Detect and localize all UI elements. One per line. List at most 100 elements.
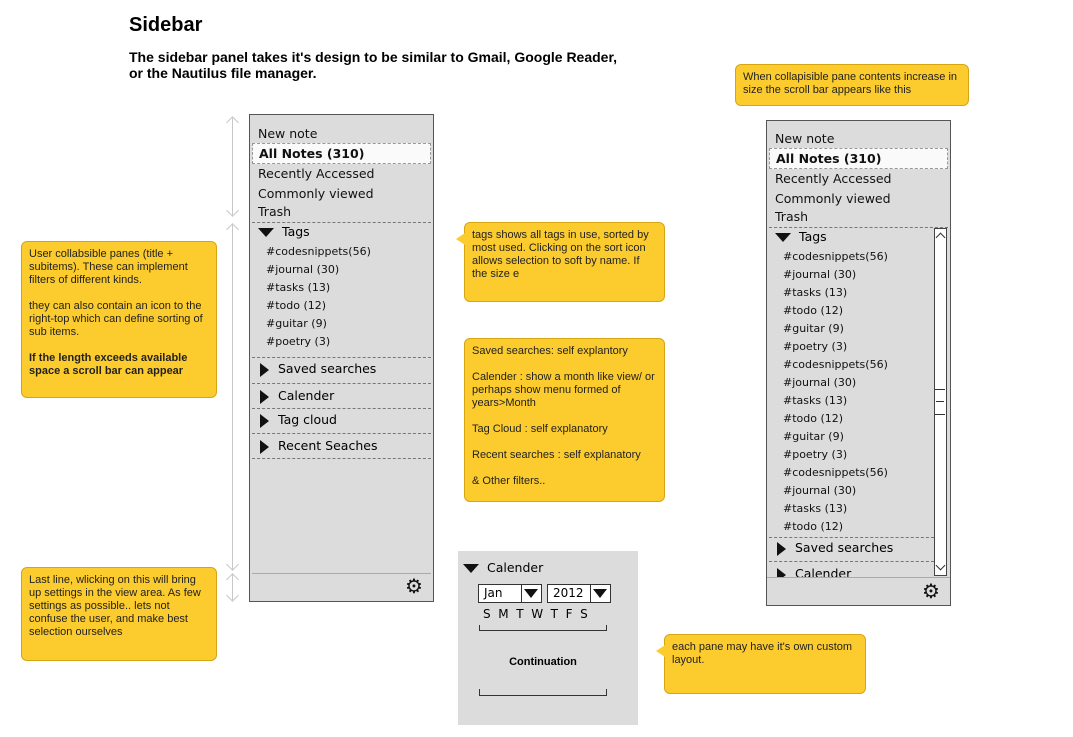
tag-item[interactable]: #poetry (3): [266, 335, 330, 348]
scroll-up-icon[interactable]: [935, 232, 946, 243]
calender-label: Calender: [278, 388, 335, 403]
sidebar-item-trash[interactable]: Trash: [258, 204, 291, 219]
tag-item[interactable]: #tasks (13): [783, 394, 847, 407]
note-last-line: Last line, wlicking on this will bring u…: [21, 567, 217, 661]
collapse-triangle-icon: [463, 564, 479, 573]
tag-item[interactable]: #journal (30): [783, 268, 856, 281]
expand-triangle-icon: [260, 389, 269, 404]
separator: [252, 383, 431, 384]
grid-tick: [479, 625, 480, 631]
year-select[interactable]: 2012: [547, 584, 611, 603]
sidebar-item-new-note[interactable]: New note: [775, 131, 834, 146]
note-text: Saved searches: self explantory: [472, 345, 628, 357]
tag-item[interactable]: #codesnippets(56): [266, 245, 371, 258]
note-pointer: [456, 233, 465, 245]
recent-searches-label: Recent Seaches: [278, 438, 378, 453]
note-text: & Other filters..: [472, 475, 546, 487]
continuation-label: Continuation: [509, 656, 577, 668]
tag-item[interactable]: #poetry (3): [783, 340, 847, 353]
note-tags: tags shows all tags in use, sorted by mo…: [456, 222, 665, 302]
calendar-grid[interactable]: Continuation: [479, 625, 607, 696]
note-scroll: When collapisible pane contents increase…: [735, 64, 969, 106]
tag-item[interactable]: #journal (30): [266, 263, 339, 276]
separator: [252, 573, 431, 574]
sidebar-item-new-note[interactable]: New note: [258, 126, 317, 141]
tags-pane-header[interactable]: Tags: [775, 229, 827, 244]
tag-item[interactable]: #codesnippets(56): [783, 250, 888, 263]
tag-item[interactable]: #codesnippets(56): [783, 358, 888, 371]
tag-item[interactable]: #poetry (3): [783, 448, 847, 461]
sidebar-item-commonly-viewed[interactable]: Commonly viewed: [258, 186, 374, 201]
chevron-down-icon[interactable]: [590, 585, 610, 602]
collapse-triangle-icon: [258, 228, 274, 237]
height-arrow-mid-line: [232, 224, 233, 570]
tag-item[interactable]: #todo (12): [266, 299, 326, 312]
height-arrow-top-line: [232, 118, 233, 216]
separator: [252, 357, 431, 358]
saved-searches-pane-header[interactable]: Saved searches: [777, 540, 893, 556]
saved-searches-pane-header[interactable]: Saved searches: [260, 361, 376, 377]
sidebar-item-recently-accessed[interactable]: Recently Accessed: [258, 166, 374, 181]
note-text: Calender : show a month like view/ or pe…: [472, 371, 655, 409]
arrow-up-icon: [226, 116, 239, 129]
expand-triangle-icon: [260, 439, 269, 454]
scrollbar-thumb[interactable]: [935, 389, 945, 415]
tag-item[interactable]: #todo (12): [783, 520, 843, 533]
grid-tick: [606, 625, 607, 631]
expand-triangle-icon: [260, 362, 269, 377]
arrow-down-icon: [226, 558, 239, 571]
chevron-down-icon[interactable]: [521, 585, 541, 602]
saved-searches-label: Saved searches: [795, 540, 894, 555]
calendar-title: Calender: [487, 560, 544, 575]
month-value: Jan: [484, 586, 503, 600]
separator: [252, 458, 431, 459]
tag-cloud-label: Tag cloud: [278, 412, 337, 427]
gear-icon[interactable]: ⚙: [405, 577, 423, 597]
arrow-down-icon: [226, 589, 239, 602]
note-text: If the length exceeds available space a …: [29, 352, 188, 377]
weekday-header: S M T W T F S: [483, 607, 588, 621]
month-select[interactable]: Jan: [478, 584, 542, 603]
sidebar-item-all-notes[interactable]: All Notes (310): [769, 148, 948, 169]
note-text: Recent searches : self explanatory: [472, 449, 641, 461]
arrow-up-icon: [226, 223, 239, 236]
arrow-up-icon: [226, 573, 239, 586]
tag-item[interactable]: #tasks (13): [783, 502, 847, 515]
sidebar-item-trash[interactable]: Trash: [775, 209, 808, 224]
tag-item[interactable]: #journal (30): [783, 484, 856, 497]
tag-item[interactable]: #tasks (13): [783, 286, 847, 299]
separator: [769, 227, 948, 228]
tag-item[interactable]: #todo (12): [783, 412, 843, 425]
calender-pane-header[interactable]: Calender: [260, 388, 334, 404]
tags-pane-title: Tags: [282, 224, 310, 239]
recent-searches-pane-header[interactable]: Recent Seaches: [260, 438, 377, 454]
note-collapsible-panes: User collabsible panes (title + subitems…: [21, 241, 217, 398]
tag-item[interactable]: #tasks (13): [266, 281, 330, 294]
calendar-pane-header[interactable]: Calender: [463, 560, 543, 575]
sidebar-item-recently-accessed[interactable]: Recently Accessed: [775, 171, 891, 186]
scroll-down-icon[interactable]: [935, 560, 946, 571]
tag-item[interactable]: #guitar (9): [783, 322, 844, 335]
tag-item[interactable]: #journal (30): [783, 376, 856, 389]
tag-item[interactable]: #guitar (9): [266, 317, 327, 330]
tags-pane-header[interactable]: Tags: [258, 224, 310, 239]
sidebar-item-all-notes[interactable]: All Notes (310): [252, 143, 431, 164]
separator: [252, 433, 431, 434]
separator: [252, 222, 431, 223]
tag-item[interactable]: #todo (12): [783, 304, 843, 317]
saved-searches-label: Saved searches: [278, 361, 377, 376]
gear-icon[interactable]: ⚙: [922, 582, 940, 602]
scrollbar[interactable]: [934, 228, 947, 576]
note-text: Last line, wlicking on this will bring u…: [29, 574, 201, 638]
grid-tick: [606, 689, 607, 695]
note-custom-layout: each pane may have it's own custom layou…: [656, 634, 866, 694]
sidebar-item-commonly-viewed[interactable]: Commonly viewed: [775, 191, 891, 206]
tag-cloud-pane-header[interactable]: Tag cloud: [260, 412, 337, 428]
note-sections: Saved searches: self explantory Calender…: [464, 338, 665, 502]
note-text: Tag Cloud : self explanatory: [472, 423, 608, 435]
tag-item[interactable]: #codesnippets(56): [783, 466, 888, 479]
grid-tick: [479, 689, 480, 695]
tag-item[interactable]: #guitar (9): [783, 430, 844, 443]
note-text: each pane may have it's own custom layou…: [672, 641, 853, 666]
note-pointer: [656, 645, 665, 657]
